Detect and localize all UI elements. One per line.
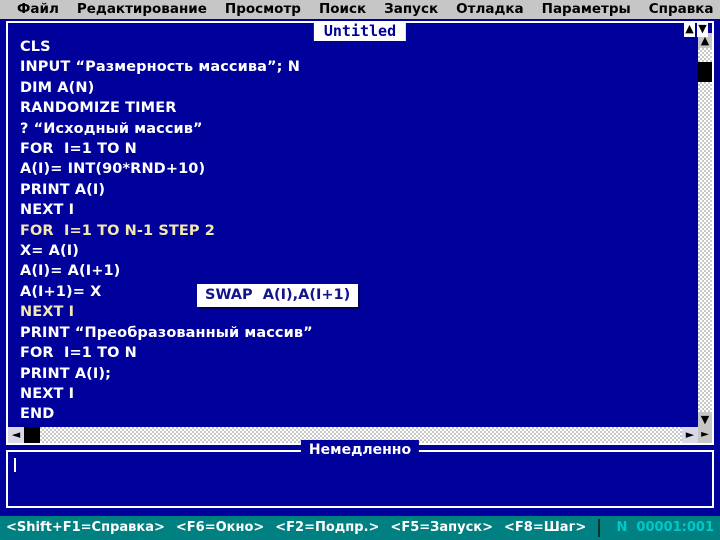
status-separator: [598, 519, 601, 537]
immediate-caret: [14, 458, 16, 472]
menu-help[interactable]: Справка: [640, 0, 720, 19]
scroll-right-arrow-icon[interactable]: ►: [682, 427, 698, 443]
code-line: END: [20, 406, 55, 423]
horizontal-scroll-thumb[interactable]: [24, 427, 40, 443]
code-line: NEXT I: [20, 385, 75, 402]
code-line: A(I)= INT(90*RND+10): [20, 161, 206, 178]
qbasic-ide-window: Файл Редактирование Просмотр Поиск Запус…: [0, 0, 720, 540]
scroll-down-marker-icon[interactable]: ▼: [697, 21, 708, 37]
code-line: FOR I=1 TO N-1 STEP 2: [20, 222, 215, 239]
code-line: DIM A(N): [20, 79, 95, 96]
code-line: RANDOMIZE TIMER: [20, 100, 177, 117]
scroll-left-arrow-icon[interactable]: ◄: [8, 427, 24, 443]
code-editor-window: Untitled ▲ ▼ CLS INPUT “Размерность масси…: [6, 21, 714, 445]
hint-step[interactable]: <F8=Шаг>: [504, 516, 586, 540]
hint-run[interactable]: <F5=Запуск>: [390, 516, 493, 540]
code-text-area[interactable]: CLS INPUT “Размерность массива”; N DIM A(N…: [8, 35, 696, 425]
menu-file[interactable]: Файл: [8, 0, 68, 19]
title-scroll-marks: ▲ ▼: [684, 21, 708, 37]
code-line: PRINT A(I);: [20, 365, 112, 382]
code-line: PRINT A(I): [20, 181, 106, 198]
menu-bar: Файл Редактирование Просмотр Поиск Запус…: [0, 0, 720, 19]
swap-annotation-callout: SWAP A(I),A(I+1): [197, 284, 359, 307]
menu-run[interactable]: Запуск: [375, 0, 447, 19]
menu-edit[interactable]: Редактирование: [68, 0, 216, 19]
scroll-down-arrow-icon[interactable]: ▼: [698, 412, 712, 427]
code-line: FOR I=1 TO N: [20, 345, 137, 362]
code-line: X= A(I): [20, 243, 79, 260]
menu-view[interactable]: Просмотр: [216, 0, 310, 19]
immediate-window[interactable]: Немедленно: [6, 440, 714, 508]
code-line: INPUT “Размерность массива”; N: [20, 59, 300, 76]
menu-options[interactable]: Параметры: [533, 0, 640, 19]
vertical-scroll-track[interactable]: [698, 48, 712, 412]
hint-subroutine[interactable]: <F2=Подпр.>: [275, 516, 379, 540]
vertical-scroll-thumb[interactable]: [698, 62, 712, 82]
code-line: ? “Исходный массив”: [20, 120, 203, 137]
code-line: PRINT “Преобразованный массив”: [20, 324, 313, 341]
code-line: FOR I=1 TO N: [20, 141, 137, 158]
cursor-position-indicator: N 00001:001: [616, 520, 715, 535]
code-line: A(I)= A(I+1): [20, 263, 121, 280]
editor-title: Untitled: [313, 21, 407, 41]
menu-search[interactable]: Поиск: [310, 0, 375, 19]
menu-debug[interactable]: Отладка: [447, 0, 532, 19]
status-bar: <Shift+F1=Справка> <F6=Окно> <F2=Подпр.>…: [0, 516, 720, 540]
hint-help[interactable]: <Shift+F1=Справка>: [6, 516, 165, 540]
code-line: NEXT I: [20, 202, 75, 219]
scroll-up-marker-icon[interactable]: ▲: [684, 21, 695, 37]
immediate-window-title: Немедленно: [300, 440, 420, 460]
editor-vertical-scrollbar[interactable]: ▲ ▼: [698, 33, 712, 427]
hint-window[interactable]: <F6=Окно>: [176, 516, 264, 540]
scrollbar-corner-resize-icon[interactable]: ►: [698, 427, 712, 443]
